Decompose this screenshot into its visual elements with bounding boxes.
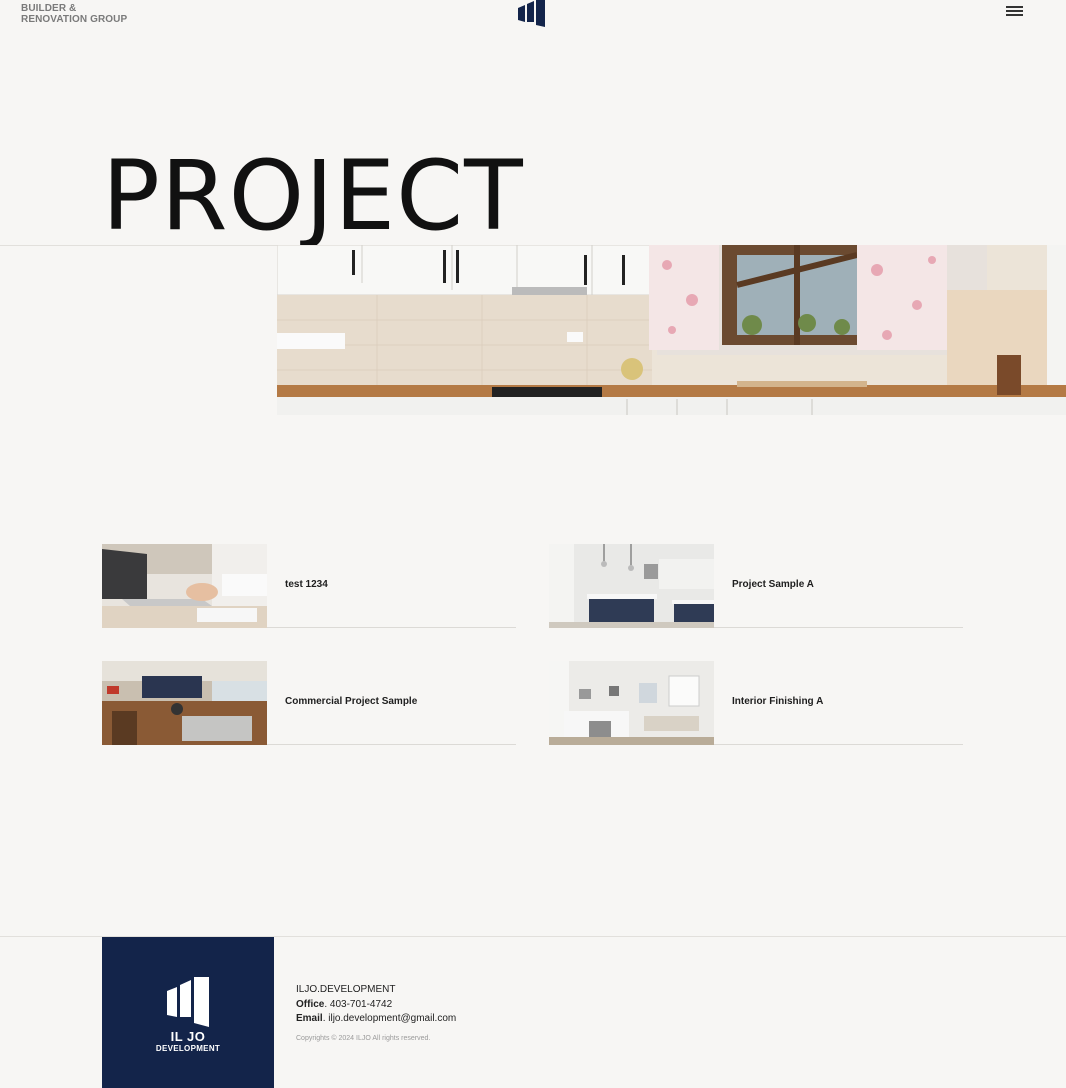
- project-thumbnail-cafe[interactable]: [102, 661, 267, 745]
- company-name: ILJO.DEVELOPMENT: [296, 984, 396, 995]
- hero-kitchen-image: [277, 245, 1066, 415]
- project-thumbnail-laptop[interactable]: [102, 544, 267, 628]
- hamburger-menu-icon[interactable]: [1006, 6, 1023, 18]
- project-label[interactable]: test 1234: [285, 579, 328, 590]
- brand-text[interactable]: BUILDER & RENOVATION GROUP: [21, 3, 127, 25]
- project-card-sample-a[interactable]: Project Sample A: [549, 544, 963, 628]
- project-card-interior-finishing[interactable]: Interior Finishing A: [549, 661, 963, 745]
- building-logo-icon: [165, 977, 211, 1029]
- email-address[interactable]: . iljo.development@gmail.com: [323, 1013, 457, 1024]
- project-label[interactable]: Project Sample A: [732, 579, 814, 590]
- footer-logo-title: IL JO: [170, 1029, 206, 1044]
- page-title: PROJECT: [102, 140, 524, 252]
- project-card-test-1234[interactable]: test 1234: [102, 544, 516, 628]
- divider: [0, 245, 278, 246]
- brand-line-2: RENOVATION GROUP: [21, 14, 128, 25]
- project-label[interactable]: Interior Finishing A: [732, 696, 823, 707]
- office-label: Office: [296, 998, 325, 1010]
- email-line: Email. iljo.development@gmail.com: [296, 1012, 456, 1027]
- brand-line-1: BUILDER &: [21, 3, 77, 14]
- footer-contact: ILJO.DEVELOPMENT Office. 403-701-4742 Em…: [296, 983, 456, 1027]
- card-divider: [714, 744, 963, 745]
- project-card-commercial[interactable]: Commercial Project Sample: [102, 661, 516, 745]
- office-phone[interactable]: . 403-701-4742: [324, 999, 392, 1010]
- card-divider: [267, 744, 516, 745]
- footer-logo[interactable]: IL JO DEVELOPMENT: [102, 937, 274, 1088]
- project-thumbnail-kitchen[interactable]: [549, 544, 714, 628]
- building-logo-icon[interactable]: [517, 0, 547, 28]
- project-label[interactable]: Commercial Project Sample: [285, 696, 417, 707]
- footer-logo-subtitle: DEVELOPMENT: [155, 1044, 221, 1053]
- office-line: Office. 403-701-4742: [296, 998, 456, 1013]
- copyright-text: Copyrights © 2024 ILJO All rights reserv…: [296, 1035, 431, 1042]
- email-label: Email: [296, 1013, 323, 1024]
- card-divider: [267, 627, 516, 628]
- card-divider: [714, 627, 963, 628]
- project-thumbnail-interior[interactable]: [549, 661, 714, 745]
